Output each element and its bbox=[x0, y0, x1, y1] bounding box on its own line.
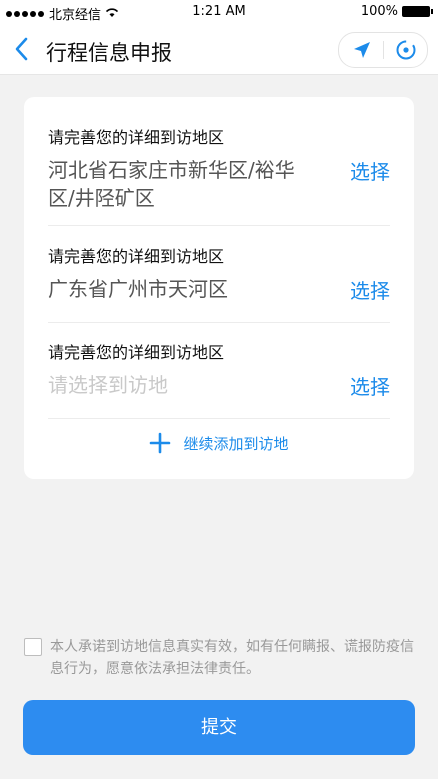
location-arrow-icon[interactable] bbox=[352, 40, 372, 60]
battery-icon bbox=[402, 6, 433, 17]
mini-program-capsule bbox=[338, 32, 428, 68]
capsule-divider bbox=[383, 41, 384, 59]
entry-value: 河北省石家庄市新华区/裕华区/井陉矿区 bbox=[48, 158, 295, 210]
destination-input[interactable]: 请选择到访地 bbox=[48, 371, 318, 399]
status-bar: 北京经信 1:21 AM 100% bbox=[0, 0, 438, 24]
agreement-text: 本人承诺到访地信息真实有效，如有任何瞒报、谎报防疫信息行为，愿意依法承担法律责任… bbox=[50, 639, 414, 677]
add-destination-button[interactable]: 继续添加到访地 bbox=[24, 432, 414, 454]
entry-label: 请完善您的详细到访地区 bbox=[48, 343, 225, 362]
back-arrow-icon[interactable] bbox=[12, 35, 32, 63]
nav-bar: 行程信息申报 bbox=[0, 24, 438, 75]
divider bbox=[48, 225, 390, 226]
entry-label: 请完善您的详细到访地区 bbox=[48, 128, 225, 147]
divider bbox=[48, 418, 390, 419]
battery-indicator: 100% bbox=[360, 4, 433, 19]
entry-label: 请完善您的详细到访地区 bbox=[48, 247, 225, 266]
select-button[interactable]: 选择 bbox=[350, 156, 390, 185]
submit-button[interactable]: 提交 bbox=[23, 700, 415, 755]
select-button[interactable]: 选择 bbox=[350, 275, 390, 304]
page-title: 行程信息申报 bbox=[46, 41, 172, 65]
destination-entry-1: 请完善您的详细到访地区 河北省石家庄市新华区/裕华区/井陉矿区 选择 bbox=[48, 124, 390, 214]
battery-percent: 100% bbox=[360, 4, 398, 19]
add-destination-label: 继续添加到访地 bbox=[183, 434, 289, 453]
agreement-checkbox[interactable] bbox=[24, 638, 42, 656]
plus-icon bbox=[149, 432, 171, 454]
destination-entry-2: 请完善您的详细到访地区 广东省广州市天河区 选择 bbox=[48, 243, 390, 313]
close-mini-program-icon[interactable] bbox=[395, 39, 417, 61]
divider bbox=[48, 322, 390, 323]
destination-entry-3: 请完善您的详细到访地区 请选择到访地 选择 bbox=[48, 339, 390, 409]
travel-info-card: 请完善您的详细到访地区 河北省石家庄市新华区/裕华区/井陉矿区 选择 请完善您的… bbox=[24, 97, 414, 479]
entry-value: 广东省广州市天河区 bbox=[48, 277, 228, 301]
select-button[interactable]: 选择 bbox=[350, 371, 390, 400]
